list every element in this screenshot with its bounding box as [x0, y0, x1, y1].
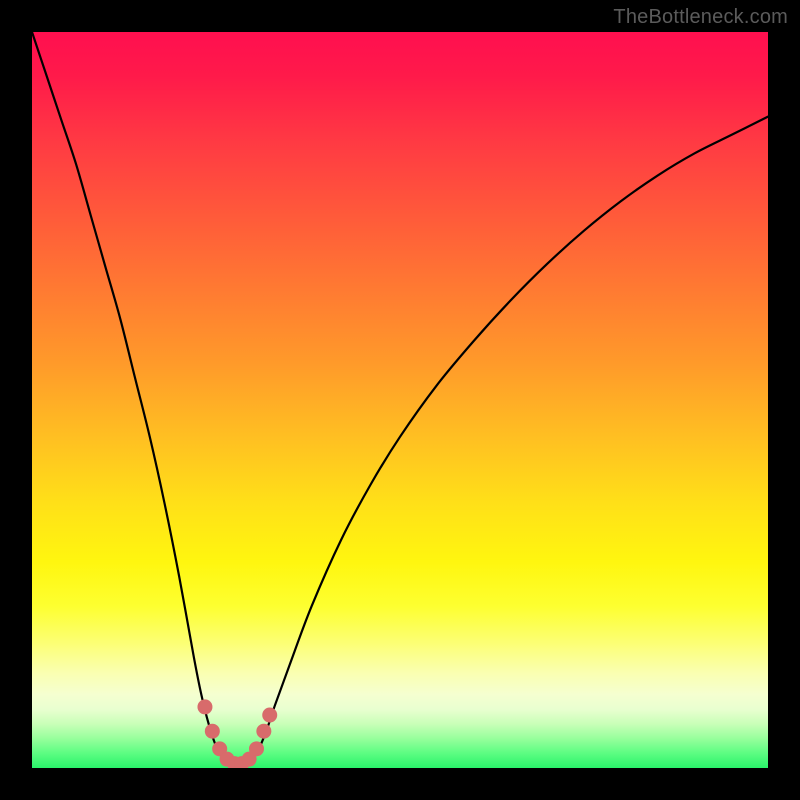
chart-svg [32, 32, 768, 768]
marker-dot [205, 724, 220, 739]
watermark-text: TheBottleneck.com [613, 6, 788, 29]
marker-dot [256, 724, 271, 739]
marker-dot [249, 741, 264, 756]
marker-dot [197, 699, 212, 714]
curve-line [32, 32, 768, 764]
plot-area [32, 32, 768, 768]
frame: TheBottleneck.com [0, 0, 800, 800]
marker-dot [262, 708, 277, 723]
